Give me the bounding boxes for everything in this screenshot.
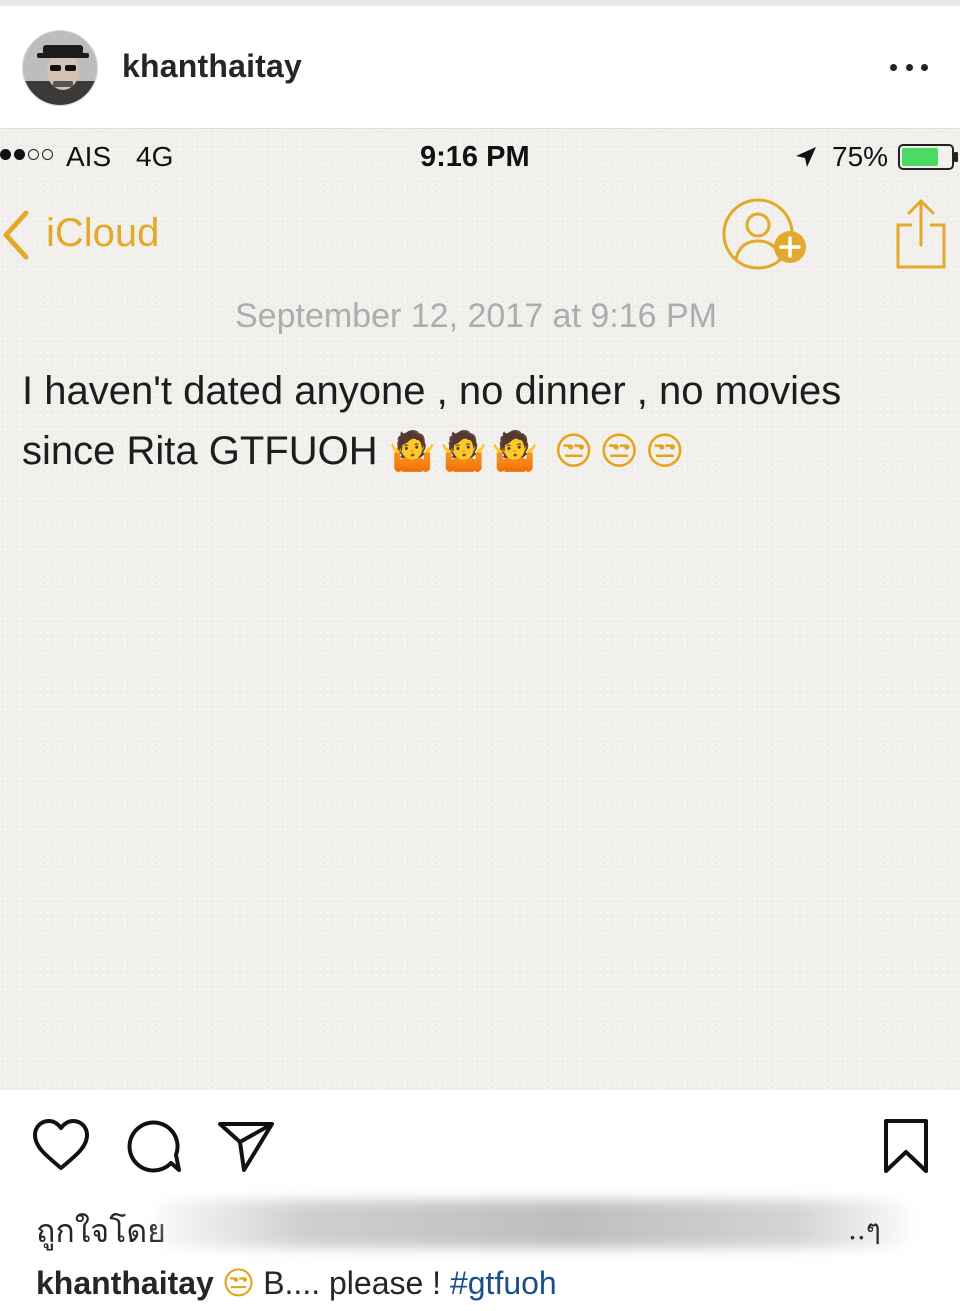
caption-username[interactable]: khanthaitay (36, 1265, 214, 1301)
caption-text: B.... please ! (263, 1265, 442, 1301)
status-bar: AIS 4G 9:16 PM 75% (0, 129, 960, 185)
bookmark-icon[interactable] (882, 1118, 930, 1174)
signal-strength-icon (0, 149, 53, 160)
status-time: 9:16 PM (420, 141, 530, 173)
signal-dot (0, 149, 11, 160)
note-line-1: I haven't dated anyone , no dinner , no … (22, 369, 842, 413)
more-dot (905, 63, 913, 71)
signal-dot (28, 149, 39, 160)
battery-percent: 75% (832, 141, 889, 172)
battery-fill (902, 148, 938, 166)
shrug-emoji-group: 🤷🤷🤷 (388, 429, 543, 473)
likes-prefix: ถูกใจโดย (36, 1212, 166, 1250)
note-line-2-text: since Rita GTFUOH (22, 429, 378, 473)
chevron-left-icon[interactable] (0, 209, 30, 261)
back-button[interactable]: iCloud (46, 211, 159, 256)
post-username[interactable]: khanthaitay (122, 48, 302, 85)
share-icon[interactable] (894, 197, 948, 271)
note-body: I haven't dated anyone , no dinner , no … (22, 361, 942, 481)
add-person-icon[interactable] (720, 197, 812, 271)
note-line-2: since Rita GTFUOH 🤷🤷🤷 😒😒😒 (22, 421, 942, 481)
heart-icon[interactable] (32, 1118, 90, 1172)
caption-emoji: 😒 (221, 1264, 256, 1302)
signal-dot (42, 149, 53, 160)
location-arrow-icon (796, 147, 816, 167)
note-date: September 12, 2017 at 9:16 PM (235, 297, 717, 335)
network-label: 4G (136, 141, 174, 172)
notes-nav-bar: iCloud (0, 185, 960, 285)
signal-dot (14, 149, 25, 160)
avatar-image (23, 31, 97, 105)
send-icon[interactable] (216, 1118, 276, 1174)
more-dot (890, 63, 897, 71)
avatar[interactable] (22, 30, 98, 106)
caption-hashtag[interactable]: #gtfuoh (450, 1265, 557, 1301)
likes-line[interactable]: ถูกใจโดย ..ๆ (36, 1200, 912, 1256)
post-header: khanthaitay (0, 6, 960, 128)
post-caption: khanthaitay 😒 B.... please ! #gtfuoh (36, 1264, 936, 1302)
likes-tail: ..ๆ (848, 1213, 881, 1246)
comment-icon[interactable] (124, 1118, 182, 1174)
unamused-emoji-group: 😒😒😒 (553, 429, 691, 473)
likes-redacted-blur (152, 1200, 912, 1248)
carrier-label: AIS (66, 141, 112, 172)
post-image-notes-screenshot[interactable]: AIS 4G 9:16 PM 75% iCloud September 12, … (0, 128, 960, 1090)
post-action-bar (0, 1090, 960, 1200)
battery-icon (898, 144, 958, 170)
more-dot (921, 63, 928, 71)
more-dots-icon[interactable] (886, 52, 932, 82)
